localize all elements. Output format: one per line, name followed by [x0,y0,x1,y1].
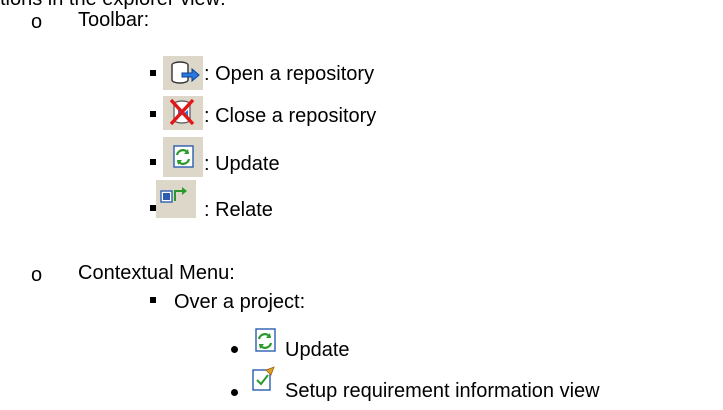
open-repository-icon [163,56,203,90]
section-bullet-contextual-menu: o [31,264,43,286]
close-repository-icon [163,96,203,130]
section-title-toolbar: Toolbar: [78,9,150,31]
setup-view-icon [252,366,275,391]
square-bullet [150,297,156,303]
square-bullet [150,159,156,165]
update-icon [163,137,203,177]
round-bullet [231,389,238,396]
toolbar-item-label: : Open a repository [204,63,375,85]
section-title-contextual-menu: Contextual Menu: [78,262,235,284]
context-menu-item-label: Update [285,339,350,361]
section-bullet-toolbar: o [31,11,43,33]
context-menu-item-label: Setup requirement information view [285,380,600,402]
update-icon [255,328,276,352]
toolbar-item-label: : Relate [204,199,273,221]
subsection-title: Over a project: [174,291,306,313]
relate-icon [156,180,196,218]
square-bullet [150,111,156,117]
toolbar-item-label: : Close a repository [204,105,377,127]
round-bullet [231,346,238,353]
toolbar-item-label: : Update [204,153,280,175]
square-bullet [150,70,156,76]
